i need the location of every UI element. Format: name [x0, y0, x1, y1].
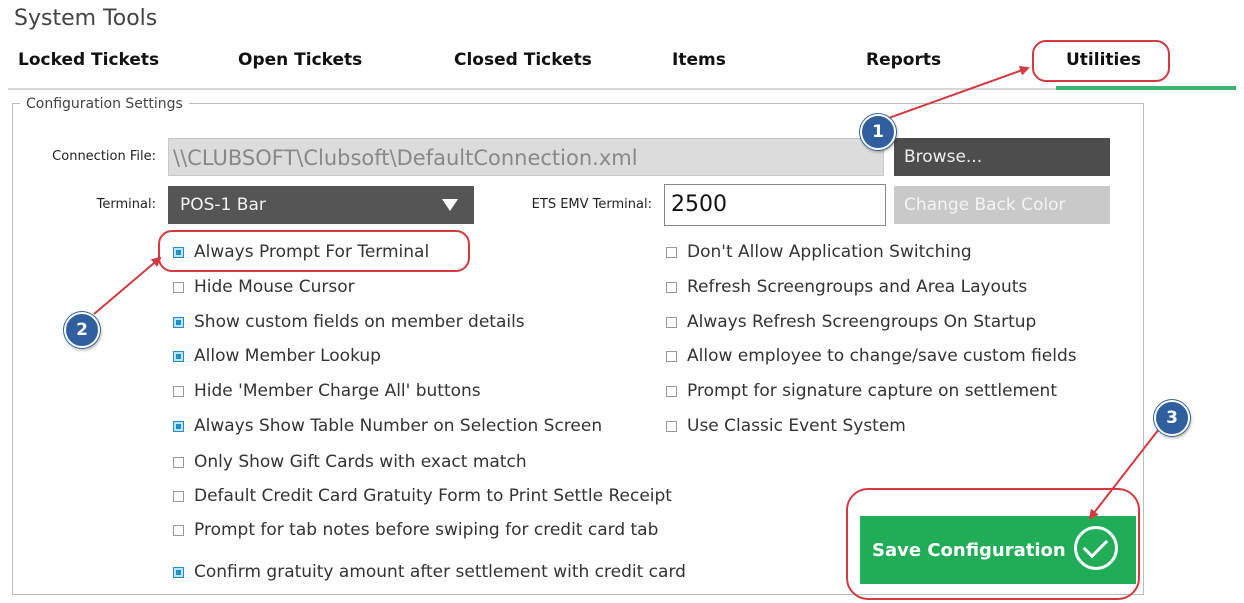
callout-badge-3: 3: [1154, 400, 1190, 436]
arrow-3: [1088, 419, 1167, 520]
callout-arrows: [93, 65, 1167, 520]
arrow-1: [871, 65, 1030, 125]
callout-badge-1: 1: [860, 114, 896, 150]
arrow-2: [93, 256, 162, 315]
callout-badge-2: 2: [64, 312, 100, 348]
